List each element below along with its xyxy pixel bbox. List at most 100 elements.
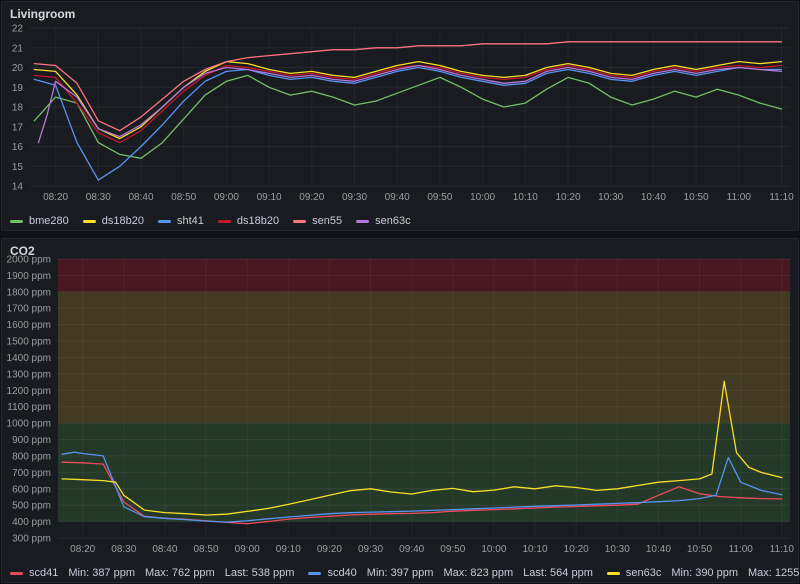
svg-text:11:10: 11:10: [770, 544, 795, 555]
panel-co2: CO2 300 ppm 400 ppm 500 ppm 600 ppm 700 ppm 8…: [1, 238, 800, 583]
legend-item-ds18b20-a[interactable]: ds18b20: [82, 215, 144, 227]
svg-text:500 ppm: 500 ppm: [12, 501, 51, 512]
svg-text:09:00: 09:00: [235, 544, 260, 555]
svg-text:09:10: 09:10: [276, 544, 301, 555]
svg-text:10:00: 10:00: [470, 192, 495, 203]
svg-text:08:20: 08:20: [70, 544, 95, 555]
co2-chart-plot[interactable]: 300 ppm 400 ppm 500 ppm 600 ppm 700 ppm 800 p…: [2, 239, 800, 582]
series-label: bme280: [29, 215, 69, 227]
svg-text:11:10: 11:10: [769, 192, 794, 203]
svg-text:09:30: 09:30: [342, 192, 367, 203]
legend-item-bme280[interactable]: bme280: [10, 215, 69, 227]
svg-text:1200 ppm: 1200 ppm: [7, 386, 51, 397]
svg-text:20: 20: [12, 63, 24, 74]
legend-item-scd41[interactable]: scd41 Min: 387 ppm Max: 762 ppm Last: 53…: [10, 567, 294, 579]
series-label: scd41: [29, 567, 59, 579]
series-stat-max: Max: 762 ppm: [145, 567, 215, 579]
svg-text:10:40: 10:40: [641, 192, 666, 203]
svg-text:900 ppm: 900 ppm: [12, 435, 51, 446]
series-label: sen63c: [375, 215, 411, 227]
svg-text:09:40: 09:40: [385, 192, 410, 203]
series-label: ds18b20: [101, 215, 144, 227]
legend-item-sen63c[interactable]: sen63c Min: 390 ppm Max: 1255 ppm Last: …: [606, 567, 800, 579]
svg-text:1500 ppm: 1500 ppm: [7, 337, 51, 348]
svg-text:08:50: 08:50: [171, 192, 196, 203]
svg-text:21: 21: [12, 43, 24, 54]
svg-text:08:20: 08:20: [43, 192, 68, 203]
series-color-swatch: [10, 219, 23, 223]
legend-item-scd40[interactable]: scd40 Min: 397 ppm Max: 823 ppm Last: 56…: [308, 567, 593, 579]
svg-text:22: 22: [12, 24, 24, 35]
livingroom-legend: bme280 ds18b20 sht41 ds18b20 sen55 sen63…: [10, 215, 411, 227]
svg-text:09:30: 09:30: [358, 544, 383, 555]
svg-text:15: 15: [12, 162, 24, 173]
svg-text:10:00: 10:00: [481, 544, 506, 555]
legend-item-sen55[interactable]: sen55: [293, 215, 342, 227]
series-label: ds18b20: [236, 215, 280, 227]
series-color-swatch: [293, 219, 307, 223]
series-label: sht41: [176, 215, 204, 227]
series-label: sen63c: [625, 567, 662, 579]
svg-text:14: 14: [12, 182, 24, 193]
svg-text:1600 ppm: 1600 ppm: [7, 320, 51, 331]
svg-text:09:50: 09:50: [427, 192, 452, 203]
svg-text:400 ppm: 400 ppm: [12, 517, 51, 528]
series-label: sen55: [312, 215, 343, 227]
series-color-swatch: [10, 571, 23, 575]
svg-text:11:00: 11:00: [729, 544, 754, 555]
series-stat-min: Min: 390 ppm: [671, 567, 739, 579]
svg-text:08:30: 08:30: [86, 192, 111, 203]
series-stat-min: Min: 397 ppm: [366, 567, 434, 579]
svg-text:1700 ppm: 1700 ppm: [7, 304, 51, 315]
panel-livingroom: Livingroom 14 15 16 17 18 19 20 21 22 08:20 08:30 0…: [1, 1, 799, 231]
svg-text:08:40: 08:40: [152, 544, 177, 555]
svg-text:11:00: 11:00: [727, 192, 752, 203]
svg-text:10:20: 10:20: [555, 192, 580, 203]
svg-text:300 ppm: 300 ppm: [12, 534, 51, 545]
svg-text:09:20: 09:20: [299, 192, 324, 203]
legend-item-sen63c[interactable]: sen63c: [356, 215, 411, 227]
series-stat-min: Min: 387 ppm: [68, 567, 136, 579]
svg-text:1900 ppm: 1900 ppm: [7, 271, 51, 282]
svg-text:09:40: 09:40: [399, 544, 424, 555]
svg-text:18: 18: [12, 103, 24, 114]
svg-text:17: 17: [12, 122, 24, 133]
svg-text:600 ppm: 600 ppm: [12, 484, 51, 495]
svg-text:08:30: 08:30: [111, 544, 136, 555]
svg-text:10:10: 10:10: [522, 544, 547, 555]
svg-text:10:10: 10:10: [513, 192, 538, 203]
livingroom-chart-plot[interactable]: 14 15 16 17 18 19 20 21 22 08:20 08:30 08:40 08:50 09…: [2, 2, 800, 230]
series-stat-last: Last: 564 ppm: [523, 567, 593, 579]
svg-text:09:10: 09:10: [257, 192, 282, 203]
series-color-swatch: [308, 571, 322, 575]
svg-text:19: 19: [12, 83, 24, 94]
svg-text:10:30: 10:30: [605, 544, 630, 555]
panel-title-livingroom[interactable]: Livingroom: [10, 7, 75, 21]
svg-text:1400 ppm: 1400 ppm: [7, 353, 51, 364]
svg-text:08:50: 08:50: [193, 544, 218, 555]
svg-text:1800 ppm: 1800 ppm: [7, 287, 51, 298]
svg-text:700 ppm: 700 ppm: [12, 468, 51, 479]
series-stat-max: Max: 1255 ppm: [748, 567, 800, 579]
svg-text:1000 ppm: 1000 ppm: [7, 419, 51, 430]
svg-text:10:30: 10:30: [598, 192, 623, 203]
legend-item-ds18b20-b[interactable]: ds18b20: [217, 215, 280, 227]
co2-legend: scd41 Min: 387 ppm Max: 762 ppm Last: 53…: [10, 567, 800, 579]
svg-text:10:40: 10:40: [646, 544, 671, 555]
series-stat-last: Last: 538 ppm: [224, 567, 295, 579]
series-color-swatch: [82, 219, 96, 223]
svg-text:1100 ppm: 1100 ppm: [7, 402, 51, 413]
series-color-swatch: [157, 219, 171, 223]
panel-title-co2[interactable]: CO2: [10, 244, 35, 258]
series-label: scd40: [327, 567, 357, 579]
series-color-swatch: [356, 219, 370, 223]
series-color-swatch: [606, 571, 620, 575]
svg-text:09:50: 09:50: [440, 544, 465, 555]
svg-text:10:50: 10:50: [687, 544, 712, 555]
legend-item-sht41[interactable]: sht41: [157, 215, 204, 227]
svg-text:10:20: 10:20: [564, 544, 589, 555]
svg-text:800 ppm: 800 ppm: [12, 451, 51, 462]
series-stat-max: Max: 823 ppm: [443, 567, 514, 579]
svg-text:09:00: 09:00: [214, 192, 239, 203]
svg-text:16: 16: [12, 142, 24, 153]
